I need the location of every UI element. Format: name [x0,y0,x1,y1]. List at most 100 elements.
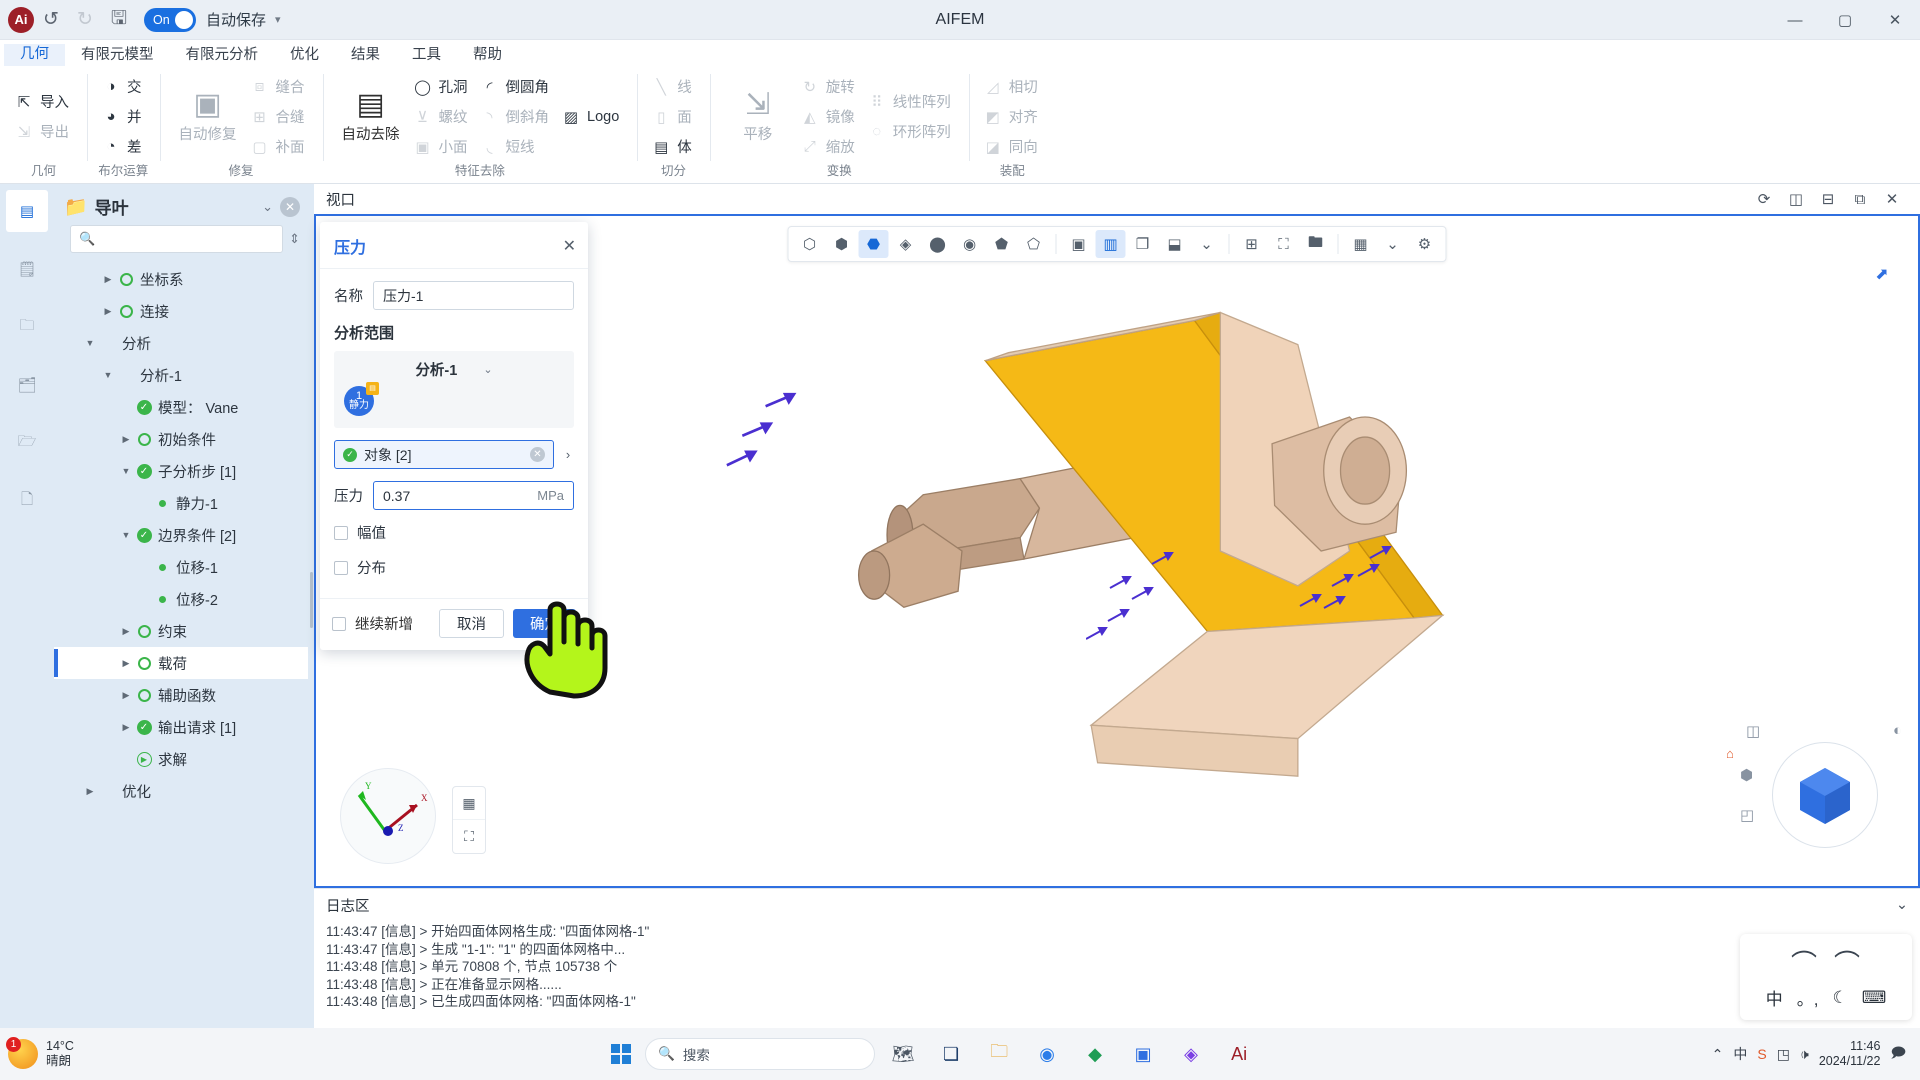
split-horizontal-icon[interactable]: ⊟ [1812,190,1844,208]
undo-icon[interactable]: ↺ [34,5,68,35]
zoom-fit-icon[interactable]: ⛶ [1269,230,1299,258]
file-explorer-icon[interactable]: 🗀 [979,1034,1019,1074]
mesh-solid-icon[interactable]: ◉ [955,230,985,258]
network-icon[interactable]: ◳ [1777,1046,1790,1063]
shaded-edges-icon[interactable]: ◈ [891,230,921,258]
chevron-right-icon[interactable]: ▶ [118,722,134,733]
chevron-right-icon[interactable]: ▶ [118,626,134,637]
ribbon-item-对齐[interactable]: ◩对齐 [979,102,1046,132]
menu-tab-2[interactable]: 有限元分析 [170,45,275,67]
widgets-icon[interactable]: 🗺 [883,1034,923,1074]
maximize-button[interactable]: ▢ [1820,0,1870,40]
favorites-icon[interactable]: 🗀 [6,306,48,348]
ribbon-big-平移[interactable]: ⇲平移 [720,87,796,146]
chevron-down-icon[interactable]: ⌄ [1896,897,1908,913]
sogou-icon[interactable]: S [1757,1046,1766,1062]
ribbon-item-相切[interactable]: ◿相切 [979,72,1046,102]
pressure-input[interactable]: 0.37 MPa [373,481,574,510]
menu-tab-5[interactable]: 工具 [396,45,457,67]
mesh-view-icon[interactable]: ⬤ [923,230,953,258]
screenshot-icon[interactable]: ⛶ [453,820,485,853]
select-single-icon[interactable]: ▣ [1064,230,1094,258]
ribbon-item-线[interactable]: ╲线 [647,72,700,102]
ribbon-item-缩放[interactable]: ⤢缩放 [796,132,863,162]
object-selector[interactable]: ✓ 对象 [2] ✕ [334,440,554,469]
grid-toggle-icon[interactable]: ▦ [453,787,485,820]
tree-node-求解[interactable]: ▶求解 [54,743,308,775]
nav-palette-icon[interactable]: ◐ [1893,722,1902,739]
tree-node-连接[interactable]: ▶连接 [54,295,308,327]
ribbon-item-倒斜角[interactable]: ◝倒斜角 [476,102,558,132]
ribbon-item-小面[interactable]: ▣小面 [409,132,476,162]
chevron-down-icon[interactable]: ▼ [118,530,134,540]
tree-node-静力-1[interactable]: 静力-1 [54,487,308,519]
ribbon-item-旋转[interactable]: ↻旋转 [796,72,863,102]
navigation-cube[interactable]: ◫ ◐ ⬢ ◰ ⌂ [1760,730,1890,860]
ribbon-item-短线[interactable]: ◟短线 [476,132,558,162]
taskbar-clock[interactable]: 11:46 2024/11/22 [1819,1039,1881,1069]
autosave-caret-icon[interactable]: ▾ [275,13,281,26]
tree-node-约束[interactable]: ▶约束 [54,615,308,647]
hidden-line-icon[interactable]: ⬢ [827,230,857,258]
ribbon-big-自动去除[interactable]: ▤自动去除 [333,87,409,146]
ime-moon-button[interactable]: ☾ [1832,988,1847,1008]
layout-icon[interactable]: ▦ [1346,230,1376,258]
select-multi-icon[interactable]: ❐ [1128,230,1158,258]
document-icon[interactable]: ▤ [6,190,48,232]
chevron-down-icon[interactable]: ⌄ [262,199,273,215]
volume-icon[interactable]: 🕩 [1800,1046,1809,1063]
name-input[interactable]: 压力-1 [373,281,574,310]
chevron-right-icon[interactable]: ▶ [118,434,134,445]
mesh-shrink-icon[interactable]: ⬟ [987,230,1017,258]
close-panel-icon[interactable]: ✕ [1876,190,1908,208]
clip-icon[interactable]: 🖿 [1301,230,1331,258]
search-input[interactable]: 🔍 [70,225,283,253]
chevron-right-icon[interactable]: ▶ [82,786,98,797]
tree-node-坐标系[interactable]: ▶坐标系 [54,263,308,295]
clipboard-icon[interactable]: 🗋 [6,480,48,522]
ribbon-item-面[interactable]: ▯面 [647,102,700,132]
tree-node-边界条件 [2][interactable]: ▼✓边界条件 [2] [54,519,308,551]
minimize-button[interactable]: — [1770,0,1820,40]
mesh-face-icon[interactable]: ⬠ [1019,230,1049,258]
nav-top-icon[interactable]: ◰ [1740,806,1754,824]
add-folder-icon[interactable]: 🗂 [6,364,48,406]
history-icon[interactable]: 🗒 [6,248,48,290]
axis-triad[interactable]: Y X Z [340,768,436,864]
teams-icon[interactable]: ▣ [1123,1034,1163,1074]
select-box-icon[interactable]: ▥ [1096,230,1126,258]
chevron-down-icon[interactable]: ⌄ [483,363,492,376]
menu-tab-1[interactable]: 有限元模型 [65,45,170,67]
dropdown-caret-icon[interactable]: ⌄ [1192,230,1222,258]
ribbon-item-交[interactable]: ◑交 [97,72,150,102]
settings-gear-icon[interactable]: ⚙ [1410,230,1440,258]
nav-iso-icon[interactable]: ⬢ [1740,766,1753,784]
ribbon-item-孔洞[interactable]: ◯孔洞 [409,72,476,102]
nav-home-icon[interactable]: ⌂ [1726,746,1734,761]
scope-select[interactable]: 分析-1 ⌄ [344,359,564,380]
chevron-right-icon[interactable]: ▶ [100,306,116,317]
sort-icon[interactable]: ⇕ [289,231,300,247]
wireframe-icon[interactable]: ⬡ [795,230,825,258]
confirm-button[interactable]: 确定 [513,609,576,638]
chevron-right-icon[interactable]: › [562,447,574,462]
ribbon-item-螺纹[interactable]: ⊻螺纹 [409,102,476,132]
tree-node-位移-2[interactable]: 位移-2 [54,583,308,615]
log-body[interactable]: 11:43:47 [信息] > 开始四面体网格生成: "四面体网格-1"11:4… [314,921,1920,1028]
close-button[interactable]: ✕ [1870,0,1920,40]
close-circle-icon[interactable]: ✕ [280,197,300,217]
save-icon[interactable]: 🖫 [102,5,136,35]
tree-node-分析-1[interactable]: ▼分析-1 [54,359,308,391]
distribution-checkbox[interactable] [334,561,348,575]
tree-node-载荷[interactable]: ▶载荷 [54,647,308,679]
tree-node-子分析步 [1][interactable]: ▼✓子分析步 [1] [54,455,308,487]
ribbon-item-导出[interactable]: ⇲导出 [10,117,77,147]
ribbon-item-倒圆角[interactable]: ◜倒圆角 [476,72,558,102]
tree-node-优化[interactable]: ▶优化 [54,775,308,807]
tree-node-辅助函数[interactable]: ▶辅助函数 [54,679,308,711]
chevron-down-icon[interactable]: ▼ [82,338,98,348]
ribbon-item-线性阵列[interactable]: ⠿线性阵列 [863,87,959,117]
ribbon-item-补面[interactable]: ▢补面 [246,132,313,162]
shaded-icon[interactable]: ⬣ [859,230,889,258]
chevron-down-icon[interactable]: ▼ [100,370,116,380]
